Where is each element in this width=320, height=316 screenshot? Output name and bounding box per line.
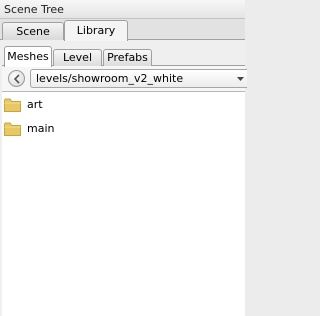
panel-titlebar: Scene Tree <box>0 0 245 19</box>
sub-tab-bar: Meshes Level Prefabs <box>2 46 245 67</box>
main-tab-bar: Scene Library <box>0 19 245 41</box>
folder-label: art <box>27 98 43 111</box>
library-panel: Meshes Level Prefabs levels/showroom_v2_… <box>0 40 247 316</box>
tab-prefabs[interactable]: Prefabs <box>103 49 152 66</box>
tab-meshes[interactable]: Meshes <box>4 46 52 67</box>
tab-library[interactable]: Library <box>64 20 128 41</box>
folder-label: main <box>27 122 55 135</box>
path-value: levels/showroom_v2_white <box>36 72 184 85</box>
path-bar: levels/showroom_v2_white <box>2 66 247 91</box>
panel-title: Scene Tree <box>4 3 64 16</box>
file-list: art main <box>2 91 245 316</box>
path-dropdown[interactable]: levels/showroom_v2_white <box>30 69 247 88</box>
tab-level[interactable]: Level <box>53 49 102 66</box>
list-item[interactable]: main <box>2 118 245 140</box>
chevron-down-icon <box>237 77 244 81</box>
chevron-left-icon <box>13 74 20 84</box>
folder-icon <box>4 122 21 136</box>
back-button[interactable] <box>8 70 25 87</box>
folder-icon <box>4 98 21 112</box>
list-item[interactable]: art <box>2 94 245 116</box>
tab-scene[interactable]: Scene <box>2 22 64 40</box>
